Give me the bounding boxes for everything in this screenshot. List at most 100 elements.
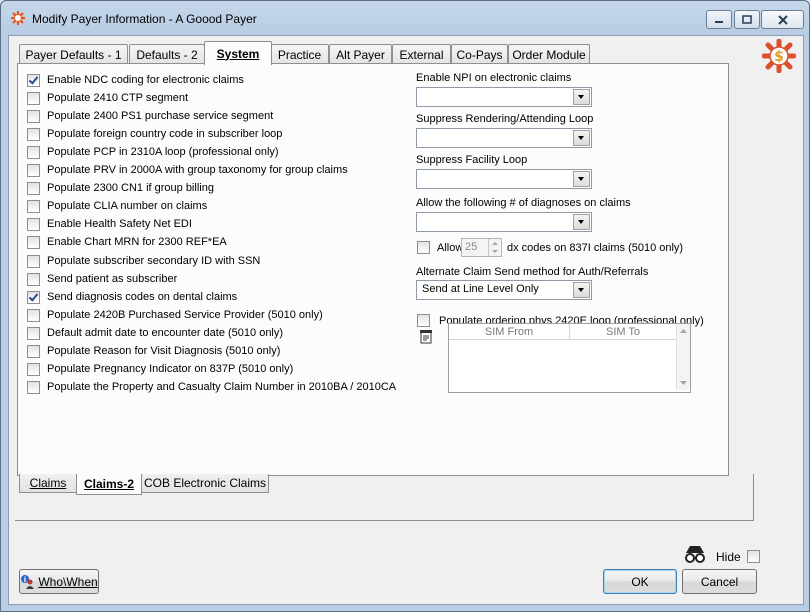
checkbox[interactable] bbox=[27, 235, 40, 249]
tab-label: Payer Defaults - 1 bbox=[25, 47, 122, 62]
checkbox-row[interactable]: Populate foreign country code in subscri… bbox=[27, 126, 282, 142]
checkbox-label: Enable NDC coding for electronic claims bbox=[47, 74, 244, 86]
checkbox-row[interactable]: Populate Reason for Visit Diagnosis (501… bbox=[27, 343, 280, 359]
chevron-down-icon[interactable] bbox=[573, 89, 590, 105]
allow-dx-count: 25 bbox=[465, 241, 478, 253]
info-person-icon: i bbox=[21, 574, 35, 589]
checkbox-row[interactable]: Populate PCP in 2310A loop (professional… bbox=[27, 144, 279, 160]
checkbox-row[interactable]: Populate PRV in 2000A with group taxonom… bbox=[27, 162, 348, 178]
suppress-rendering-select[interactable] bbox=[416, 128, 592, 148]
tab-defaults-2[interactable]: Defaults - 2 bbox=[129, 44, 205, 64]
ok-button[interactable]: OK bbox=[603, 569, 677, 594]
hide-checkbox[interactable] bbox=[747, 550, 760, 563]
checkbox[interactable] bbox=[27, 308, 40, 322]
checkbox[interactable] bbox=[27, 181, 40, 195]
checkbox[interactable] bbox=[27, 73, 40, 87]
notes-icon[interactable] bbox=[418, 329, 434, 345]
checkbox[interactable] bbox=[27, 109, 40, 123]
allow-dx-stepper[interactable]: 25 bbox=[461, 238, 502, 257]
checkbox-row[interactable]: Enable Chart MRN for 2300 REF*EA bbox=[27, 234, 227, 250]
minimize-button[interactable] bbox=[706, 10, 732, 29]
close-button[interactable] bbox=[761, 10, 804, 29]
checkbox[interactable] bbox=[27, 344, 40, 358]
checkbox[interactable] bbox=[27, 217, 40, 231]
checkbox-row[interactable]: Populate 2410 CTP segment bbox=[27, 90, 188, 106]
checkbox-label: Populate subscriber secondary ID with SS… bbox=[47, 255, 261, 267]
tab-external[interactable]: External bbox=[392, 44, 451, 64]
checkbox[interactable] bbox=[27, 199, 40, 213]
npi-select[interactable] bbox=[416, 87, 592, 107]
chevron-down-icon[interactable] bbox=[573, 171, 590, 187]
tab-label: Claims bbox=[29, 476, 67, 490]
maximize-icon bbox=[742, 14, 752, 24]
checkbox-row[interactable]: Default admit date to encounter date (50… bbox=[27, 325, 283, 341]
chevron-down-icon[interactable] bbox=[573, 282, 590, 298]
grid-header-sim-from[interactable]: SIM From bbox=[449, 324, 570, 340]
chevron-down-icon[interactable] bbox=[573, 214, 590, 230]
checkbox-label: Enable Chart MRN for 2300 REF*EA bbox=[47, 236, 227, 248]
cancel-button[interactable]: Cancel bbox=[682, 569, 757, 594]
grid-scrollbar[interactable] bbox=[676, 324, 690, 390]
checkbox[interactable] bbox=[27, 380, 40, 394]
checkbox-row[interactable]: Populate the Property and Casualty Claim… bbox=[27, 379, 396, 395]
alt-send-select[interactable]: Send at Line Level Only bbox=[416, 280, 592, 300]
tab-co-pays[interactable]: Co-Pays bbox=[451, 44, 508, 64]
allow-dx-checkbox[interactable] bbox=[417, 241, 430, 254]
tab-practice[interactable]: Practice bbox=[270, 44, 329, 64]
checkbox[interactable] bbox=[27, 91, 40, 105]
tab-payer-defaults-1[interactable]: Payer Defaults - 1 bbox=[19, 44, 128, 64]
tab-alt-payer[interactable]: Alt Payer bbox=[329, 44, 392, 64]
checkbox-row[interactable]: Populate 2400 PS1 purchase service segme… bbox=[27, 108, 273, 124]
checkbox[interactable] bbox=[27, 163, 40, 177]
checkbox-row[interactable]: Populate Pregnancy Indicator on 837P (50… bbox=[27, 361, 293, 377]
tab-system[interactable]: System bbox=[204, 41, 272, 65]
checkbox-label: Populate PRV in 2000A with group taxonom… bbox=[47, 164, 348, 176]
dialog-window: Modify Payer Information - A Goood Payer… bbox=[0, 0, 810, 612]
suppress-rendering-label: Suppress Rendering/Attending Loop bbox=[416, 113, 594, 125]
checkbox-row[interactable]: Populate 2420B Purchased Service Provide… bbox=[27, 307, 323, 323]
checkbox[interactable] bbox=[27, 362, 40, 376]
checkbox-row[interactable]: Send diagnosis codes on dental claims bbox=[27, 289, 237, 305]
billing-logo-icon: $ bbox=[762, 39, 796, 73]
sim-grid[interactable]: SIM From SIM To bbox=[448, 323, 691, 393]
tab-cob-electronic-claims[interactable]: COB Electronic Claims bbox=[141, 474, 269, 493]
checkbox-row[interactable]: Enable NDC coding for electronic claims bbox=[27, 72, 244, 88]
minimize-icon bbox=[715, 20, 723, 23]
tab-order-module[interactable]: Order Module bbox=[508, 44, 590, 64]
checkbox-row[interactable]: Populate CLIA number on claims bbox=[27, 198, 207, 214]
tab-label: Order Module bbox=[512, 47, 586, 62]
incognito-icon bbox=[685, 546, 705, 563]
checkbox[interactable] bbox=[27, 127, 40, 141]
checkbox-row[interactable]: Populate subscriber secondary ID with SS… bbox=[27, 253, 260, 269]
checkbox[interactable] bbox=[27, 254, 40, 268]
allow-label: Allow bbox=[437, 241, 464, 254]
maximize-button[interactable] bbox=[734, 10, 760, 29]
checkbox[interactable] bbox=[27, 145, 40, 159]
tab-claims[interactable]: Claims bbox=[19, 474, 77, 493]
system-tab-panel: Enable NDC coding for electronic claims P… bbox=[17, 63, 729, 476]
who-when-button[interactable]: i Who\When bbox=[19, 569, 99, 594]
checkbox[interactable] bbox=[27, 326, 40, 340]
cancel-label: Cancel bbox=[700, 574, 739, 589]
stepper-buttons[interactable] bbox=[488, 239, 501, 256]
checkbox-row[interactable]: Enable Health Safety Net EDI bbox=[27, 216, 192, 232]
suppress-facility-select[interactable] bbox=[416, 169, 592, 189]
tab-label: Alt Payer bbox=[336, 47, 385, 62]
ordering-phys-checkbox[interactable] bbox=[417, 314, 430, 327]
checkbox[interactable] bbox=[27, 272, 40, 286]
title-bar[interactable]: Modify Payer Information - A Goood Payer bbox=[1, 1, 809, 35]
svg-text:i: i bbox=[24, 576, 26, 584]
diagnoses-label: Allow the following # of diagnoses on cl… bbox=[416, 197, 631, 209]
tab-label: System bbox=[216, 46, 260, 61]
checkbox[interactable] bbox=[27, 290, 40, 304]
window-title: Modify Payer Information - A Goood Payer bbox=[32, 12, 257, 26]
close-icon bbox=[777, 14, 788, 25]
stepper-arrows-icon bbox=[492, 242, 498, 253]
chevron-down-icon[interactable] bbox=[573, 130, 590, 146]
tab-claims-2[interactable]: Claims-2 bbox=[76, 474, 142, 495]
diagnoses-select[interactable] bbox=[416, 212, 592, 232]
checkbox-row[interactable]: Send patient as subscriber bbox=[27, 271, 177, 287]
allow-dx-suffix: dx codes on 837I claims (5010 only) bbox=[507, 242, 684, 254]
checkbox-row[interactable]: Populate 2300 CN1 if group billing bbox=[27, 180, 214, 196]
grid-header-sim-to[interactable]: SIM To bbox=[570, 324, 676, 340]
